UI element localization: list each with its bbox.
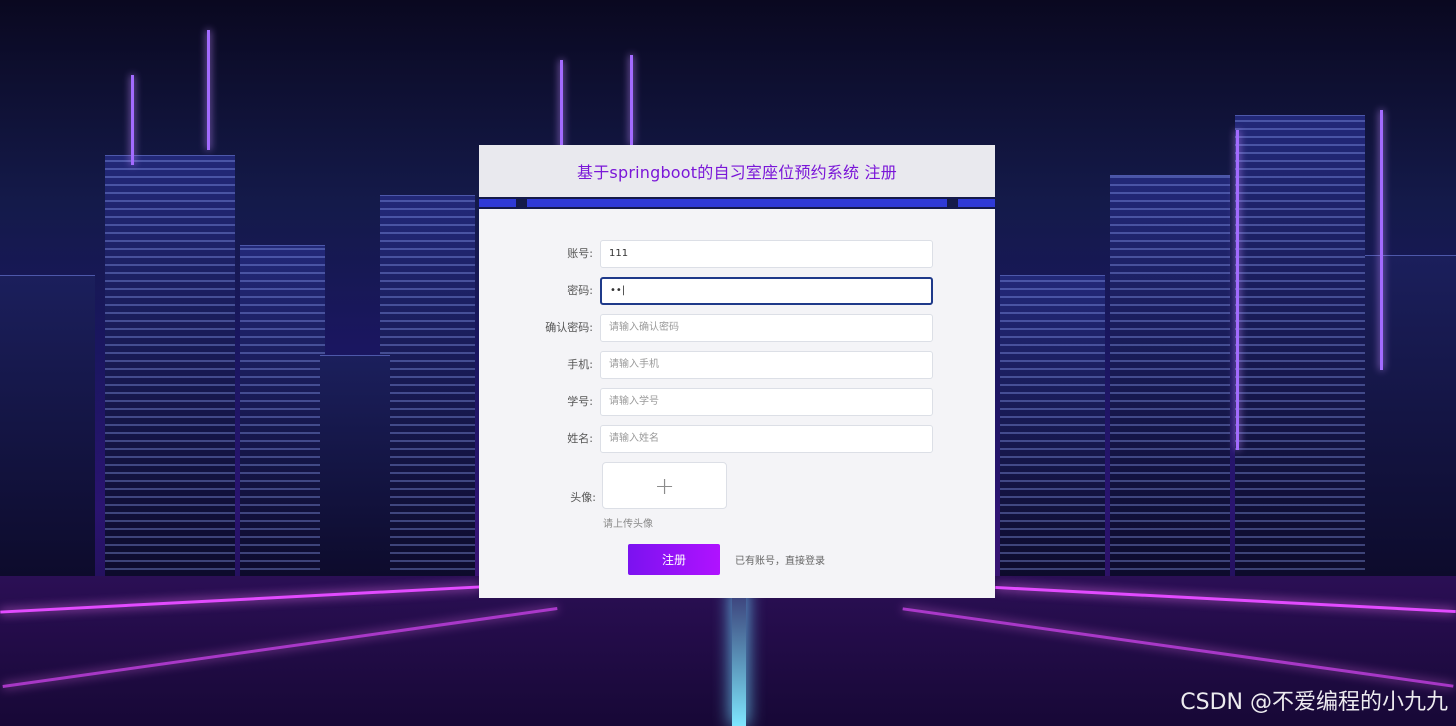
phone-input[interactable]: 请输入手机	[600, 351, 933, 379]
password-label: 密码:	[567, 284, 593, 297]
confirm-password-label: 确认密码:	[545, 321, 593, 334]
password-input[interactable]: ••|	[600, 277, 933, 305]
name-row: 姓名: 请输入姓名	[479, 425, 995, 453]
upload-tip: 请上传头像	[603, 519, 653, 530]
student-id-input[interactable]: 请输入学号	[600, 388, 933, 416]
login-link[interactable]: 已有账号，直接登录	[735, 552, 825, 567]
phone-row: 手机: 请输入手机	[479, 351, 995, 379]
register-form: 账号: 111 密码: ••| 确认密码: 请输入确认密码 手机: 请输入手机 …	[479, 209, 995, 598]
confirm-password-row: 确认密码: 请输入确认密码	[479, 314, 995, 342]
account-row: 账号: 111	[479, 240, 995, 268]
student-id-label: 学号:	[567, 395, 593, 408]
avatar-uploader[interactable]: +	[602, 462, 727, 509]
confirm-password-input[interactable]: 请输入确认密码	[600, 314, 933, 342]
phone-label: 手机:	[567, 358, 593, 371]
header-decor-bars	[479, 197, 995, 209]
student-id-row: 学号: 请输入学号	[479, 388, 995, 416]
page-title: 基于springboot的自习室座位预约系统 注册	[577, 163, 897, 182]
avatar-label: 头像:	[570, 491, 596, 504]
watermark: CSDN @不爱编程的小九九	[1180, 690, 1448, 715]
plus-icon: +	[654, 471, 675, 500]
register-button[interactable]: 注册	[628, 544, 720, 575]
name-label: 姓名:	[567, 432, 593, 445]
account-label: 账号:	[567, 247, 593, 260]
register-card-header: 基于springboot的自习室座位预约系统 注册	[479, 145, 995, 197]
name-input[interactable]: 请输入姓名	[600, 425, 933, 453]
account-input[interactable]: 111	[600, 240, 933, 268]
password-row: 密码: ••|	[479, 277, 995, 305]
